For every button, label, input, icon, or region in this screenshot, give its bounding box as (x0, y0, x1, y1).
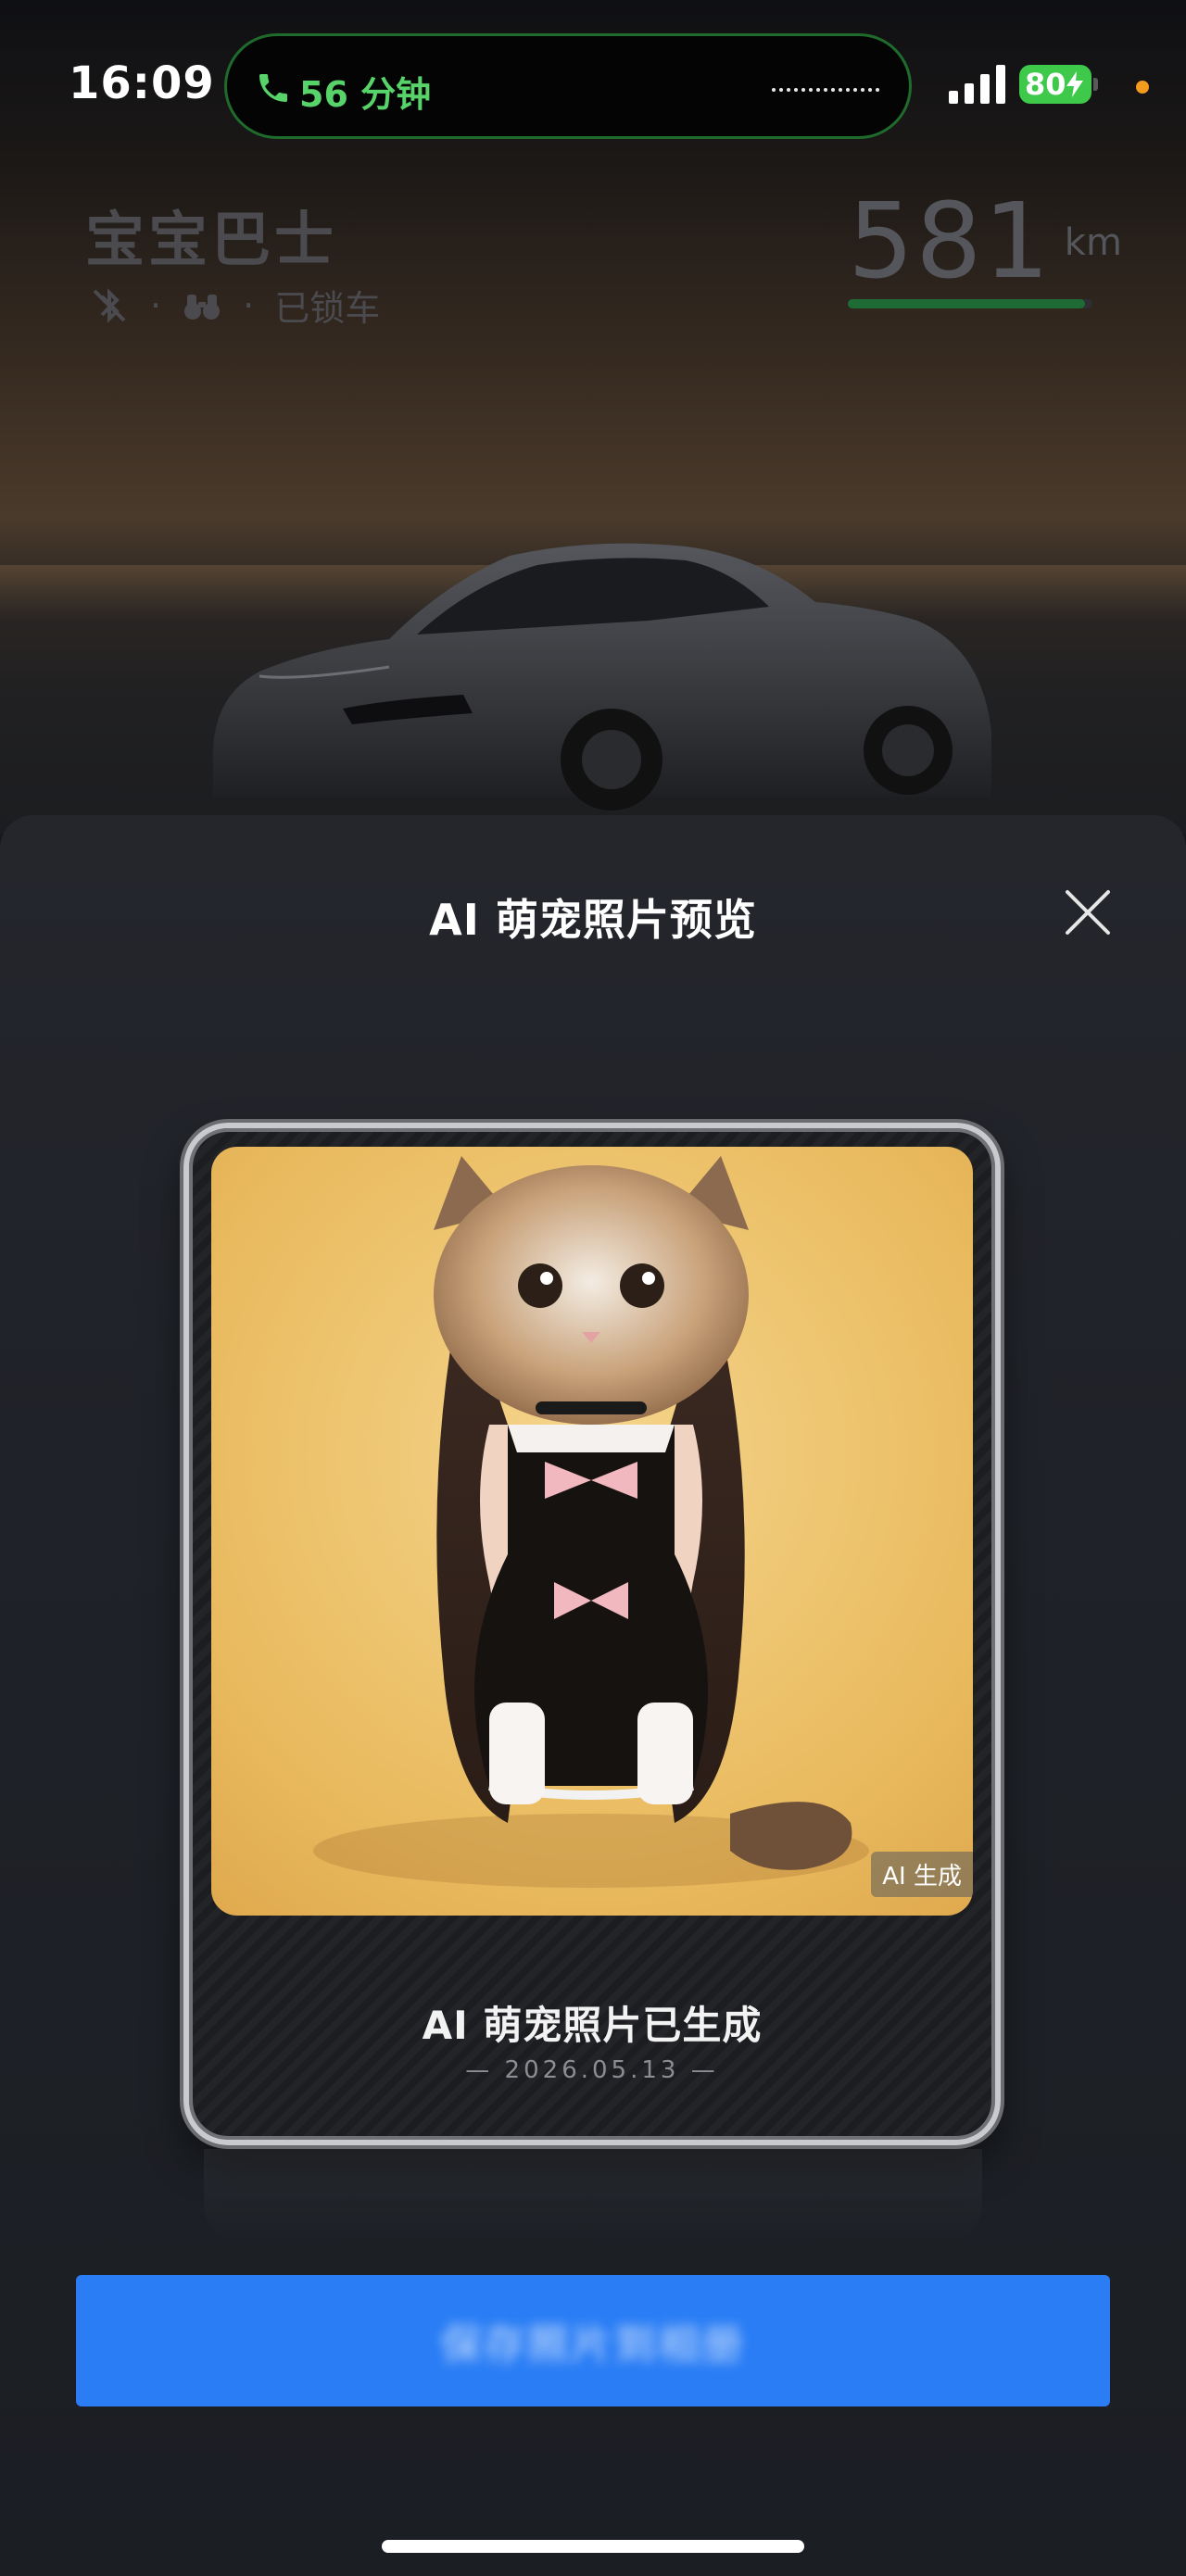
audio-waveform-icon (772, 88, 879, 92)
car-illustration (213, 543, 991, 810)
range-value: 581 (848, 182, 1052, 302)
save-photo-button[interactable]: 保存照片到相册 (76, 2275, 1110, 2406)
status-separator: · (150, 284, 162, 326)
phone-icon (259, 74, 287, 102)
battery-cap (1093, 78, 1098, 91)
charging-bolt-icon (1066, 71, 1083, 97)
bluetooth-off-icon (93, 287, 126, 323)
battery-indicator: 80 (1019, 65, 1091, 104)
range-progress-fill (848, 299, 1086, 308)
vehicle-lock-status: 已锁车 (274, 288, 381, 329)
battery-level: 80 (1025, 67, 1066, 102)
status-separator: · (243, 284, 255, 326)
cat-illustration (313, 1156, 869, 1888)
vehicle-status-row: · · 已锁车 (89, 280, 380, 331)
sheet-title: AI 萌宠照片预览 (429, 895, 757, 945)
dynamic-island-call[interactable]: 56 分钟 (224, 33, 912, 139)
status-time: 16:09 (69, 57, 215, 109)
ai-generated-badge: AI 生成 (871, 1852, 973, 1897)
photo-caption: AI 萌宠照片已生成 (422, 2003, 763, 2048)
home-indicator[interactable] (382, 2540, 804, 2553)
card-reflection (204, 2149, 982, 2242)
range-progress-bar (848, 299, 1092, 308)
close-icon[interactable] (1062, 886, 1114, 938)
cellular-signal-icon (949, 65, 1005, 104)
range-unit: km (1064, 221, 1122, 264)
photo-date: — 2026.05.13 — (465, 2056, 719, 2084)
save-photo-button-label: 保存照片到相册 (440, 2321, 746, 2369)
range-readout: 581 km (848, 190, 1122, 294)
photo-card-frame: AI 生成 AI 萌宠照片已生成 — 2026.05.13 — (183, 1123, 1001, 2145)
privacy-indicator-dot (1136, 81, 1149, 94)
call-duration: 56 分钟 (299, 74, 432, 115)
ai-pet-photo[interactable]: AI 生成 (211, 1147, 973, 1916)
binoculars-icon (184, 294, 221, 320)
vehicle-name: 宝宝巴士 (85, 207, 337, 275)
photo-preview-sheet: AI 萌宠照片预览 AI 生成 AI 萌宠照片已生成 — 2026.05.13 … (0, 815, 1186, 2576)
